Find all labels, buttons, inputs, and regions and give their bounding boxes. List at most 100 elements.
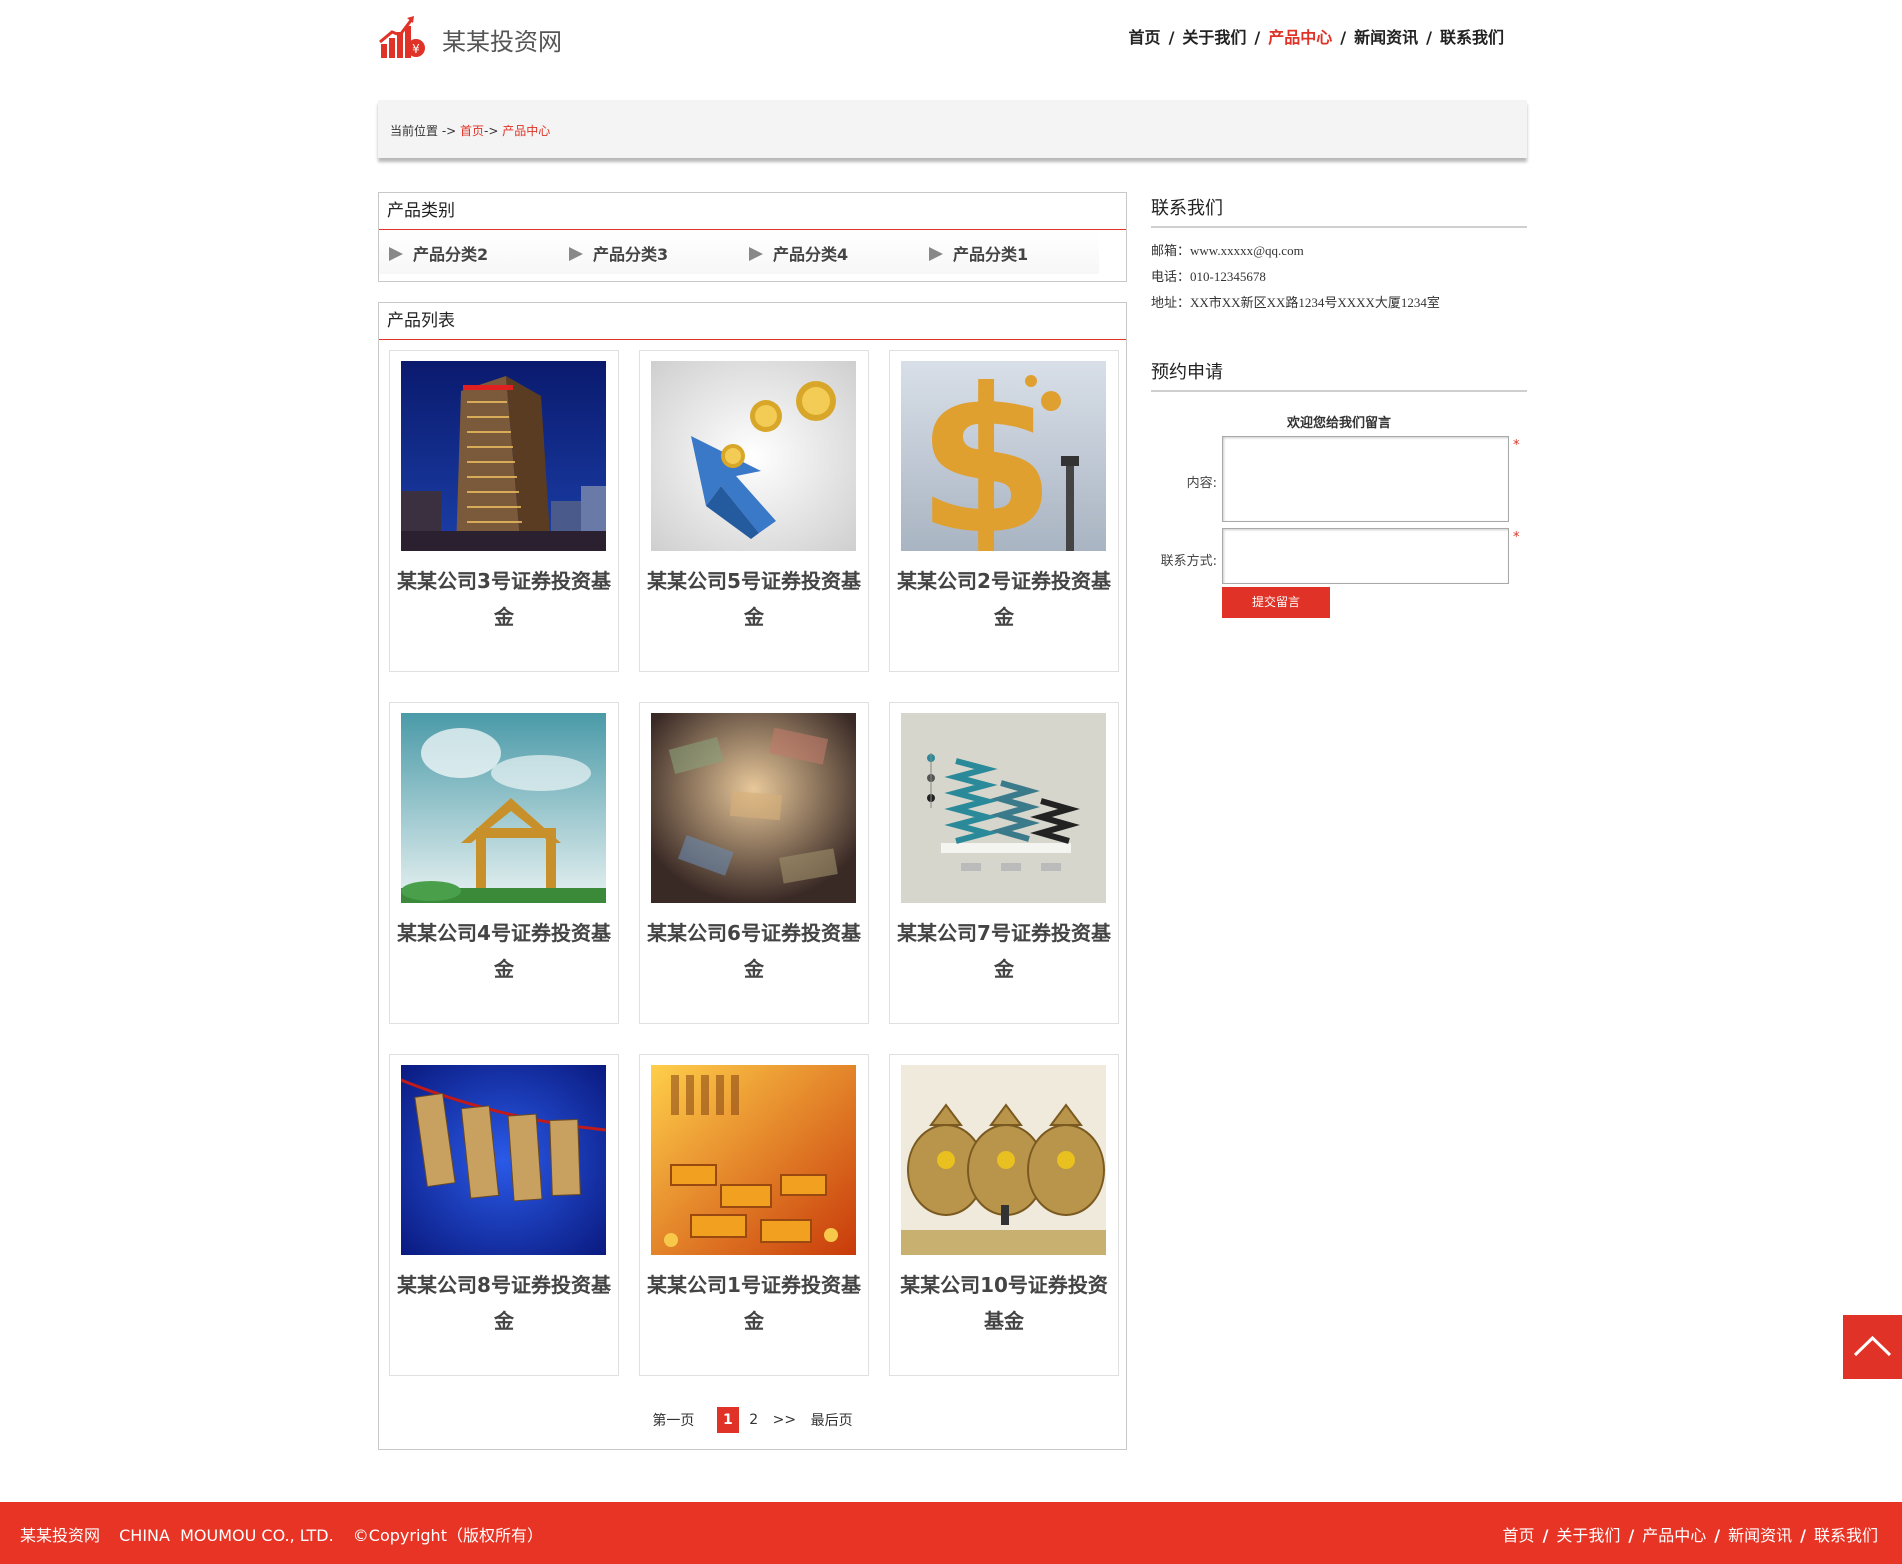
- submit-message-button[interactable]: 提交留言: [1222, 587, 1330, 618]
- product-name[interactable]: 某某公司3号证券投资基金: [396, 563, 612, 635]
- product-image-cursor-coins[interactable]: [651, 361, 856, 551]
- category-panel-title: 产品类别: [379, 193, 1126, 230]
- chevron-up-icon: [1853, 1335, 1892, 1357]
- page: ¥ 某某投资网 首页 / 关于我们 / 产品中心 / 新闻资讯 / 联系我们 当前位置 -> 首…: [0, 0, 1902, 1564]
- nav-item-news[interactable]: 新闻资讯: [1354, 28, 1418, 47]
- footer-site-name: 某某投资网: [20, 1526, 101, 1545]
- site-logo-icon[interactable]: ¥: [378, 12, 428, 60]
- product-card[interactable]: 某某公司6号证券投资基金: [639, 702, 869, 1024]
- nav-separator: /: [1542, 1526, 1549, 1545]
- contact-email: 邮箱：www.xxxxx@qq.com: [1151, 238, 1527, 264]
- product-image-gold-bars[interactable]: [651, 1065, 856, 1255]
- booking-title: 预约申请: [1151, 356, 1527, 392]
- pager-current-page[interactable]: 1: [716, 1407, 739, 1433]
- nav-item-contact[interactable]: 联系我们: [1440, 28, 1504, 47]
- breadcrumb-home-link[interactable]: 首页: [460, 124, 484, 138]
- product-name[interactable]: 某某公司4号证券投资基金: [396, 915, 612, 987]
- booking-welcome: 欢迎您给我们留言: [1286, 416, 1391, 431]
- product-name[interactable]: 某某公司7号证券投资基金: [896, 915, 1112, 987]
- product-image-banknotes[interactable]: [651, 713, 856, 903]
- contact-method-required-mark: *: [1513, 530, 1520, 545]
- product-card[interactable]: 某某公司10号证券投资基金: [889, 1054, 1119, 1376]
- back-to-top-button[interactable]: [1843, 1315, 1902, 1379]
- product-card[interactable]: 某某公司7号证券投资基金: [889, 702, 1119, 1024]
- triangle-right-icon: [569, 246, 583, 261]
- product-card[interactable]: 某某公司8号证券投资基金: [389, 1054, 619, 1376]
- footer-nav-home[interactable]: 首页: [1503, 1526, 1535, 1545]
- content-required-mark: *: [1513, 438, 1520, 453]
- product-card[interactable]: 某某公司1号证券投资基金: [639, 1054, 869, 1376]
- breadcrumb-bar: 当前位置 -> 首页-> 产品中心: [378, 100, 1527, 158]
- contact-address-value: XX市XX新区XX路1234号XXXX大厦1234室: [1190, 295, 1440, 310]
- contact-phone-label: 电话：: [1151, 269, 1191, 284]
- breadcrumb-current[interactable]: 产品中心: [502, 124, 550, 138]
- footer-company: CHINA MOUMOU CO., LTD.: [119, 1526, 334, 1545]
- product-name[interactable]: 某某公司2号证券投资基金: [896, 563, 1112, 635]
- contact-method-textarea[interactable]: [1222, 528, 1509, 584]
- contact-title: 联系我们: [1151, 192, 1527, 228]
- contact-email-label: 邮箱：: [1151, 243, 1191, 258]
- product-name[interactable]: 某某公司1号证券投资基金: [646, 1267, 862, 1339]
- category-item[interactable]: 产品分类4: [749, 240, 848, 270]
- product-image-loan-house[interactable]: [401, 713, 606, 903]
- footer-nav-products[interactable]: 产品中心: [1642, 1526, 1706, 1545]
- triangle-right-icon: [929, 246, 943, 261]
- pager-last-link[interactable]: 最后页: [811, 1410, 853, 1430]
- content-label: 内容:: [1186, 476, 1217, 491]
- product-name[interactable]: 某某公司8号证券投资基金: [396, 1267, 612, 1339]
- category-item-label: 产品分类4: [773, 245, 849, 264]
- pagination: 第一页 1 2 >> 最后页: [379, 1407, 1126, 1433]
- pager-first-link[interactable]: 第一页: [652, 1410, 694, 1430]
- contact-address: 地址：XX市XX新区XX路1234号XXXX大厦1234室: [1151, 290, 1527, 316]
- footer-nav: 首页 / 关于我们 / 产品中心 / 新闻资讯 / 联系我们: [1503, 1522, 1878, 1546]
- footer-nav-contact[interactable]: 联系我们: [1814, 1526, 1878, 1545]
- product-image-spring-chart[interactable]: [901, 713, 1106, 903]
- nav-separator: /: [1426, 28, 1432, 47]
- booking-form: 欢迎您给我们留言 内容: * 联系方式: * 提交留言: [1151, 392, 1527, 662]
- nav-separator: /: [1714, 1526, 1721, 1545]
- site-header: ¥ 某某投资网 首页 / 关于我们 / 产品中心 / 新闻资讯 / 联系我们: [378, 0, 1528, 80]
- breadcrumb-arrow: ->: [484, 124, 503, 138]
- product-list-title: 产品列表: [379, 303, 1126, 340]
- site-name[interactable]: 某某投资网: [442, 22, 562, 57]
- contact-address-label: 地址：: [1151, 295, 1191, 310]
- pager-page-2-link[interactable]: 2: [749, 1412, 758, 1428]
- pager-next-link[interactable]: >>: [773, 1412, 796, 1428]
- product-card[interactable]: 某某公司4号证券投资基金: [389, 702, 619, 1024]
- product-card[interactable]: 某某公司5号证券投资基金: [639, 350, 869, 672]
- footer-nav-news[interactable]: 新闻资讯: [1728, 1526, 1792, 1545]
- category-item[interactable]: 产品分类3: [569, 240, 668, 270]
- product-name[interactable]: 某某公司6号证券投资基金: [646, 915, 862, 987]
- footer-copyright: ©Copyright（版权所有）: [352, 1526, 543, 1545]
- nav-item-about[interactable]: 关于我们: [1182, 28, 1246, 47]
- contact-email-value: www.xxxxx@qq.com: [1190, 243, 1304, 258]
- product-name[interactable]: 某某公司10号证券投资基金: [896, 1267, 1112, 1339]
- footer-nav-about[interactable]: 关于我们: [1556, 1526, 1620, 1545]
- triangle-right-icon: [749, 246, 763, 261]
- nav-item-products[interactable]: 产品中心: [1268, 28, 1332, 47]
- contact-phone-value: 010-12345678: [1190, 269, 1266, 284]
- site-footer: 某某投资网 CHINA MOUMOU CO., LTD. ©Copyright（…: [0, 1502, 1902, 1564]
- category-item[interactable]: 产品分类1: [929, 240, 1028, 270]
- product-image-skyscraper[interactable]: [401, 361, 606, 551]
- breadcrumb-prefix: 当前位置 ->: [390, 124, 461, 138]
- product-image-clothesline-dollars[interactable]: [401, 1065, 606, 1255]
- contact-info: 邮箱：www.xxxxx@qq.com 电话：010-12345678 地址：X…: [1151, 238, 1527, 316]
- category-item[interactable]: 产品分类2: [389, 240, 488, 270]
- nav-item-home[interactable]: 首页: [1129, 28, 1161, 47]
- product-image-dollar-sign[interactable]: $: [901, 361, 1106, 551]
- nav-separator: /: [1168, 28, 1175, 47]
- contact-method-label: 联系方式:: [1160, 554, 1217, 569]
- product-card[interactable]: $ 某某公司2号证券投资基金: [889, 350, 1119, 672]
- nav-separator: /: [1254, 28, 1261, 47]
- nav-separator: /: [1628, 1526, 1635, 1545]
- svg-text:$: $: [916, 361, 1055, 551]
- product-card[interactable]: 某某公司3号证券投资基金: [389, 350, 619, 672]
- breadcrumb: 当前位置 -> 首页-> 产品中心: [390, 122, 550, 139]
- top-nav: 首页 / 关于我们 / 产品中心 / 新闻资讯 / 联系我们: [1129, 24, 1504, 48]
- product-name[interactable]: 某某公司5号证券投资基金: [646, 563, 862, 635]
- content-textarea[interactable]: [1222, 436, 1509, 522]
- category-item-label: 产品分类3: [593, 245, 669, 264]
- contact-phone: 电话：010-12345678: [1151, 264, 1527, 290]
- product-image-money-bags[interactable]: [901, 1065, 1106, 1255]
